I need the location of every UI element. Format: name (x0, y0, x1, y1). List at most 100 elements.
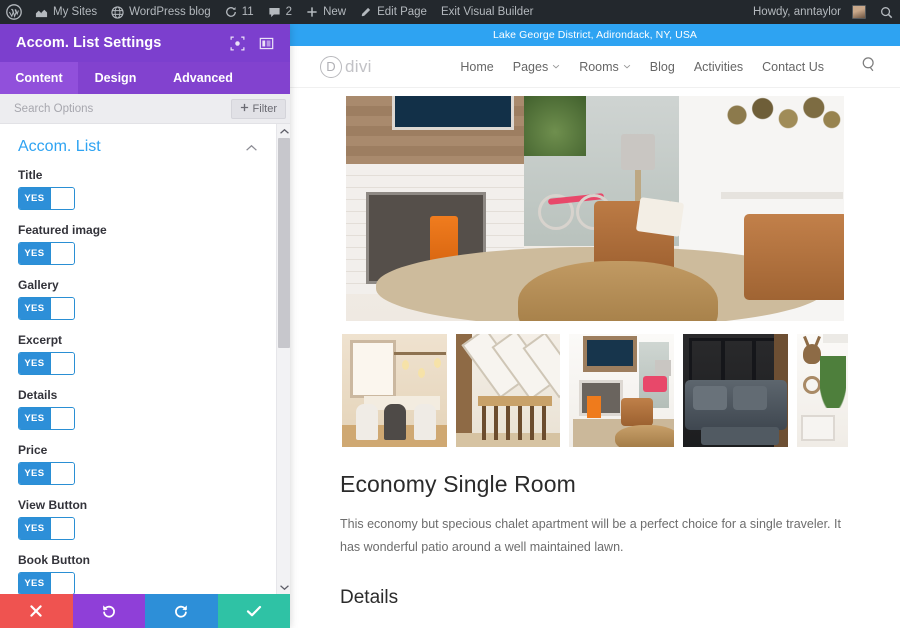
gallery-thumbnails (342, 334, 848, 447)
menu-label: Home (460, 59, 494, 74)
gallery-thumb-4[interactable] (682, 334, 788, 447)
menu-label: Activities (693, 59, 744, 74)
panel-header: Accom. List Settings (0, 24, 290, 62)
gallery-thumb-3[interactable] (569, 334, 674, 447)
divi-logo-icon: D (320, 55, 342, 78)
menu-item-activities[interactable]: Activities (694, 60, 743, 74)
section-header[interactable]: Accom. List (18, 138, 258, 156)
field-gallery: Gallery YES (18, 278, 258, 320)
plus-icon (240, 103, 249, 115)
new-content-button[interactable]: New (299, 0, 353, 24)
chevron-down-icon (623, 62, 631, 71)
menu-item-blog[interactable]: Blog (650, 60, 675, 74)
site-topbar: Lake George District, Adirondack, NY, US… (290, 24, 900, 46)
menu-item-home[interactable]: Home (460, 60, 493, 74)
updates-icon (225, 6, 237, 18)
scroll-down-icon[interactable] (277, 580, 290, 594)
search-icon (880, 6, 893, 19)
filter-label: Filter (252, 102, 277, 115)
details-list: Adults: 1 Amenities: kitchen, minibar, t… (356, 621, 874, 628)
target-icon[interactable] (230, 36, 245, 51)
chevron-up-icon[interactable] (245, 141, 258, 154)
toggle-price[interactable]: YES (18, 462, 75, 485)
field-label: Gallery (18, 278, 59, 292)
hero-image[interactable] (346, 96, 844, 321)
pencil-icon (360, 6, 372, 18)
menu-label: Pages (512, 59, 549, 74)
menu-item-pages[interactable]: Pages (513, 60, 560, 74)
my-sites-icon (35, 6, 48, 19)
redo-button[interactable] (145, 594, 218, 628)
field-label: View Button (18, 498, 88, 512)
toggle-gallery[interactable]: YES (18, 297, 75, 320)
gallery-thumb-5[interactable] (796, 334, 848, 447)
toggle-knob (49, 188, 74, 209)
site-name-menu[interactable]: WordPress blog (104, 0, 218, 24)
check-icon (246, 605, 261, 617)
edit-page-label: Edit Page (377, 6, 427, 18)
field-book-button: Book Button YES (18, 553, 258, 594)
field-featured-image: Featured image YES (18, 223, 258, 265)
site-icon (111, 5, 124, 19)
module-settings-panel: Accom. List Settings Content Design Adva… (0, 24, 290, 628)
undo-button[interactable] (72, 594, 145, 628)
updates-button[interactable]: 11 (218, 0, 261, 24)
search-icon[interactable] (861, 56, 878, 78)
comments-button[interactable]: 2 (261, 0, 299, 24)
toggle-details[interactable]: YES (18, 407, 75, 430)
room-description: This economy but specious chalet apartme… (340, 517, 841, 555)
toggle-title[interactable]: YES (18, 187, 75, 210)
gallery-thumb-1[interactable] (342, 334, 447, 447)
gallery-thumb-2[interactable] (455, 334, 561, 447)
plus-icon (306, 6, 318, 18)
site-nav: D divi Home Pages Rooms Blog Activities … (290, 46, 900, 88)
my-sites-label: My Sites (53, 6, 98, 18)
search-input[interactable] (14, 102, 231, 115)
panel-action-bar (0, 594, 290, 628)
page-title: Economy Single Room (340, 471, 576, 497)
toggle-excerpt[interactable]: YES (18, 352, 75, 375)
menu-item-rooms[interactable]: Rooms (579, 60, 631, 74)
scroll-up-icon[interactable] (277, 124, 290, 138)
exit-visual-builder-button[interactable]: Exit Visual Builder (434, 0, 540, 24)
new-label: New (323, 6, 347, 18)
panel-tabs: Content Design Advanced (0, 62, 290, 94)
toggle-value: YES (19, 243, 50, 264)
toggle-value: YES (19, 518, 50, 539)
list-item: Adults: 1 (356, 621, 874, 628)
toggle-value: YES (19, 573, 50, 594)
save-button[interactable] (217, 594, 290, 628)
tab-advanced[interactable]: Advanced (153, 62, 253, 94)
toggle-featured-image[interactable]: YES (18, 242, 75, 265)
comments-icon (268, 6, 281, 19)
site-menu: Home Pages Rooms Blog Activities Contact… (460, 56, 878, 78)
menu-label: Contact Us (762, 59, 824, 74)
updates-count: 11 (241, 6, 254, 18)
brand-text: divi (345, 56, 372, 76)
admin-search-button[interactable] (873, 0, 900, 24)
toggle-view-button[interactable]: YES (18, 517, 75, 540)
field-label: Details (18, 388, 58, 402)
menu-label: Blog (649, 59, 675, 74)
my-sites-menu[interactable]: My Sites (28, 0, 104, 24)
menu-item-contact-us[interactable]: Contact Us (762, 60, 824, 74)
chevron-down-icon (552, 62, 560, 71)
edit-page-button[interactable]: Edit Page (353, 0, 434, 24)
cancel-button[interactable] (0, 594, 73, 628)
howdy-menu[interactable]: Howdy, anntaylor (746, 0, 873, 24)
panel-scroll-area: Accom. List Title YES Featured image YES… (0, 124, 276, 594)
toggle-book-button[interactable]: YES (18, 572, 75, 594)
toggle-knob (49, 573, 74, 594)
filter-button[interactable]: Filter (230, 98, 286, 119)
toggle-knob (49, 353, 74, 374)
scrollbar-thumb[interactable] (278, 138, 290, 348)
toggle-value: YES (19, 353, 50, 374)
tab-design[interactable]: Design (78, 62, 153, 94)
wordpress-logo-button[interactable] (0, 0, 28, 24)
toggle-value: YES (19, 463, 50, 484)
layout-panel-icon[interactable] (259, 36, 274, 51)
admin-bar-right: Howdy, anntaylor (746, 0, 900, 24)
site-logo[interactable]: D divi (320, 55, 372, 78)
panel-scrollbar[interactable] (276, 124, 290, 594)
tab-content[interactable]: Content (0, 62, 78, 94)
